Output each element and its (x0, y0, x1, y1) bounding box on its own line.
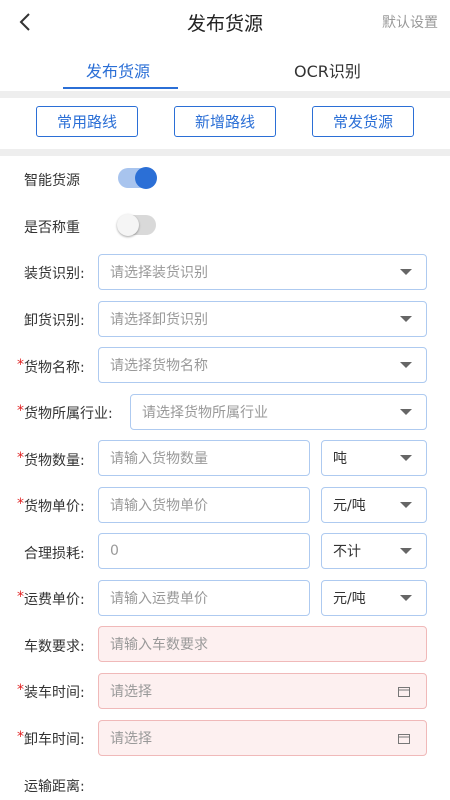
common-route-button[interactable]: 常用路线 (36, 106, 138, 137)
toggle-knob (135, 167, 157, 189)
frequent-cargo-button[interactable]: 常发货源 (312, 106, 414, 137)
smart-cargo-label: 智能货源 (24, 173, 80, 189)
freight-price-placeholder: 请输入运费单价 (110, 591, 208, 607)
caret-down-icon (400, 316, 412, 322)
loss-value: 0 (110, 543, 119, 559)
loss-unit: 不计 (333, 544, 361, 560)
caret-down-icon (400, 455, 412, 461)
goods-industry-placeholder: 请选择货物所属行业 (142, 405, 268, 421)
unload-time-picker[interactable]: 请选择 (98, 720, 427, 756)
active-tab-indicator (63, 87, 178, 89)
goods-name-placeholder: 请选择货物名称 (110, 358, 208, 374)
add-route-button[interactable]: 新增路线 (174, 106, 276, 137)
goods-price-unit: 元/吨 (333, 498, 366, 514)
unload-id-select[interactable]: 请选择卸货识别 (98, 301, 427, 337)
goods-price-unit-select[interactable]: 元/吨 (321, 487, 427, 523)
divider (0, 149, 450, 156)
load-id-label: 装货识别: (24, 266, 85, 282)
goods-qty-input[interactable]: 请输入货物数量 (98, 440, 310, 476)
vehicle-req-label: 车数要求: (24, 639, 85, 655)
goods-price-label: 货物单价: (24, 499, 85, 515)
goods-name-label: 货物名称: (24, 360, 85, 376)
unload-id-placeholder: 请选择卸货识别 (110, 312, 208, 328)
freight-price-unit: 元/吨 (333, 591, 366, 607)
goods-price-input[interactable]: 请输入货物单价 (98, 487, 310, 523)
tab-bar: 发布货源 OCR识别 (0, 50, 450, 90)
unload-id-label: 卸货识别: (24, 313, 85, 329)
header: 发布货源 默认设置 (0, 0, 450, 44)
load-id-select[interactable]: 请选择装货识别 (98, 254, 427, 290)
distance-label: 运输距离: (24, 779, 85, 795)
loss-input[interactable]: 0 (98, 533, 310, 569)
required-mark: * (17, 682, 24, 698)
required-mark: * (17, 450, 24, 466)
calendar-icon (398, 687, 410, 697)
goods-qty-unit: 吨 (333, 451, 347, 467)
goods-price-placeholder: 请输入货物单价 (110, 498, 208, 514)
tab-ocr[interactable]: OCR识别 (294, 58, 361, 82)
weigh-label: 是否称重 (24, 220, 80, 236)
required-mark: * (17, 496, 24, 512)
required-mark: * (17, 589, 24, 605)
caret-down-icon (400, 362, 412, 368)
required-mark: * (17, 403, 24, 419)
vehicle-req-input[interactable]: 请输入车数要求 (98, 626, 427, 662)
unload-time-label: 卸车时间: (24, 732, 85, 748)
goods-qty-placeholder: 请输入货物数量 (110, 451, 208, 467)
freight-price-unit-select[interactable]: 元/吨 (321, 580, 427, 616)
goods-qty-label: 货物数量: (24, 453, 85, 469)
goods-qty-unit-select[interactable]: 吨 (321, 440, 427, 476)
weigh-toggle[interactable] (117, 214, 156, 236)
load-id-placeholder: 请选择装货识别 (110, 265, 208, 281)
loss-unit-select[interactable]: 不计 (321, 533, 427, 569)
tab-publish-cargo[interactable]: 发布货源 (86, 58, 150, 82)
load-time-label: 装车时间: (24, 685, 85, 701)
caret-down-icon (400, 595, 412, 601)
caret-down-icon (400, 548, 412, 554)
caret-down-icon (400, 269, 412, 275)
load-time-placeholder: 请选择 (110, 684, 152, 700)
divider (0, 91, 450, 98)
freight-price-input[interactable]: 请输入运费单价 (98, 580, 310, 616)
smart-cargo-toggle[interactable] (118, 167, 157, 189)
vehicle-req-placeholder: 请输入车数要求 (110, 637, 208, 653)
calendar-icon (398, 734, 410, 744)
required-mark: * (17, 729, 24, 745)
caret-down-icon (400, 409, 412, 415)
loss-label: 合理损耗: (24, 546, 85, 562)
caret-down-icon (400, 502, 412, 508)
goods-name-select[interactable]: 请选择货物名称 (98, 347, 427, 383)
default-settings-link[interactable]: 默认设置 (382, 12, 438, 32)
unload-time-placeholder: 请选择 (110, 731, 152, 747)
required-mark: * (17, 357, 24, 373)
freight-price-label: 运费单价: (24, 592, 85, 608)
toggle-knob (117, 214, 139, 236)
goods-industry-select[interactable]: 请选择货物所属行业 (130, 394, 427, 430)
goods-industry-label: 货物所属行业: (24, 406, 113, 422)
load-time-picker[interactable]: 请选择 (98, 673, 427, 709)
